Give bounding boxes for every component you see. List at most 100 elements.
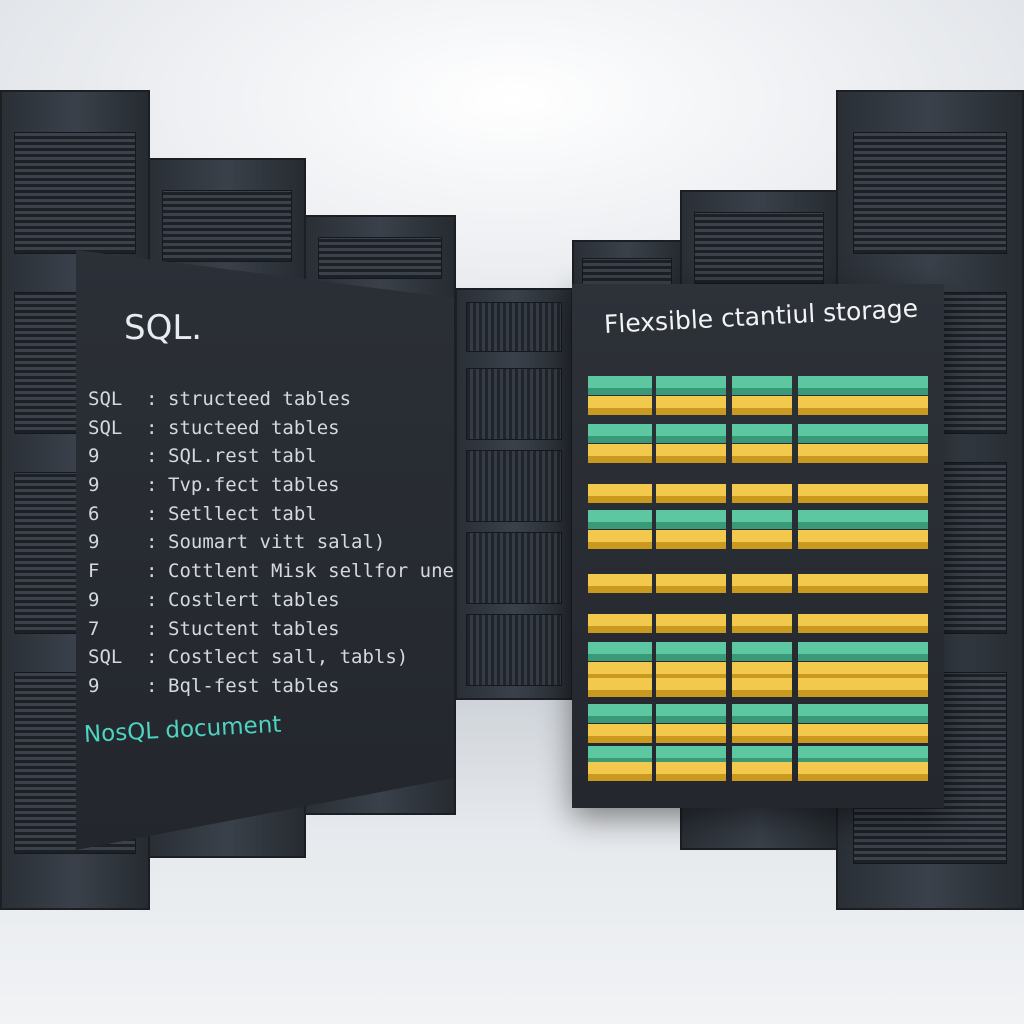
sql-row-text: Costlert tables [168,588,340,611]
storage-block [732,444,792,463]
storage-block [732,614,792,633]
sql-row: 9: Costlert tables [88,588,454,618]
flexible-storage-panel: Flexsible ctantiul storage [572,284,944,808]
storage-block [588,444,652,463]
sql-row-key: 6 [88,502,100,525]
storage-block [732,724,792,743]
sql-row-separator: : [146,388,158,410]
sql-row-key: SQL [88,646,123,669]
storage-block [798,642,928,661]
sql-row-key: 9 [88,531,100,554]
sql-row-separator: : [146,646,158,669]
storage-block [588,396,652,415]
storage-block [656,678,726,697]
storage-block [656,574,726,593]
sql-row-separator: : [146,617,158,640]
storage-block [588,484,652,503]
storage-blocks [588,376,928,781]
sql-row-key: SQL [88,416,123,439]
sql-row: 9: SQL.rest tabl [88,445,454,474]
sql-row: F: Cottlent Misk sellfor unents [88,560,489,589]
sql-row: 9: Soumart vitt salal) [88,531,454,560]
storage-block [656,530,726,549]
sql-row-text: Setllect tabl [168,502,317,525]
storage-block [656,484,726,503]
sql-row-key: 9 [88,588,100,611]
storage-block [798,396,928,415]
sql-row: SQL: Costlect sall, tabls) [88,646,454,675]
storage-block [732,574,792,593]
storage-block [732,510,792,529]
sql-row-key: 9 [88,445,100,468]
storage-block [798,574,928,593]
storage-block [656,376,726,395]
sql-row-separator: : [146,502,158,525]
storage-block [656,762,726,781]
storage-block [732,678,792,697]
sql-row-text: Soumart vitt salal) [168,531,386,554]
storage-block [588,704,652,723]
storage-block [588,530,652,549]
sql-row: 6: Setllect tabl [88,502,454,532]
storage-block [798,530,928,549]
storage-block [732,642,792,661]
storage-block [656,704,726,723]
storage-block [798,510,928,529]
sql-row-separator: : [146,560,158,583]
storage-block [798,444,928,463]
sql-row-text: Stuctent tables [168,617,340,640]
storage-block [588,724,652,743]
sql-row-key: 9 [88,474,100,497]
sql-row: SQL: stucteed tables [88,416,454,446]
storage-block [732,704,792,723]
storage-block [732,396,792,415]
sql-row-text: Costlect sall, tabls) [168,646,409,669]
storage-block [656,642,726,661]
sql-row-separator: : [146,416,158,439]
sql-row-text: SQL.rest tabl [168,445,317,468]
sql-row-text: Tvp.fect tables [168,474,340,497]
storage-block [588,614,652,633]
storage-block [588,510,652,529]
storage-block [798,762,928,781]
storage-block [732,424,792,443]
storage-block [798,704,928,723]
sql-row-key: 9 [88,674,100,697]
sql-row-text: Cottlent Misk sellfor unents [168,560,489,583]
sql-row-separator: : [146,588,158,611]
storage-block [588,376,652,395]
storage-block [588,678,652,697]
sql-panel: SQL. SQL: structeed tables SQL: stucteed ta… [76,250,454,850]
sql-row-text: Bql-fest tables [168,674,340,697]
storage-block [656,724,726,743]
storage-block [798,484,928,503]
sql-row-separator: : [146,445,158,468]
sql-row-separator: : [146,474,158,497]
sql-panel-title: SQL. [124,308,203,348]
sql-list: SQL: structeed tables SQL: stucteed tables 9… [88,388,489,704]
sql-row: 9: Tvp.fect tables [88,474,454,503]
storage-block [732,376,792,395]
sql-row-key: SQL [88,388,123,410]
storage-block [656,396,726,415]
sql-row-separator: : [146,531,158,554]
sql-row-text: stucteed tables [168,416,340,439]
storage-block [656,614,726,633]
storage-block [798,724,928,743]
storage-block [732,762,792,781]
storage-block [656,444,726,463]
storage-block [798,424,928,443]
sql-row-key: F [88,560,100,583]
storage-block [798,376,928,395]
storage-block [588,574,652,593]
sql-row-text: structeed tables [168,388,352,410]
nosql-label: NosQL document [83,711,282,748]
storage-block [732,530,792,549]
storage-block [656,510,726,529]
server-rack-center [455,288,573,700]
sql-row: SQL: structeed tables [88,388,454,417]
sql-row-separator: : [146,674,158,697]
data-center-scene: SQL. SQL: structeed tables SQL: stucteed ta… [0,0,1024,1024]
sql-row-key: 7 [88,617,100,640]
storage-block [588,762,652,781]
